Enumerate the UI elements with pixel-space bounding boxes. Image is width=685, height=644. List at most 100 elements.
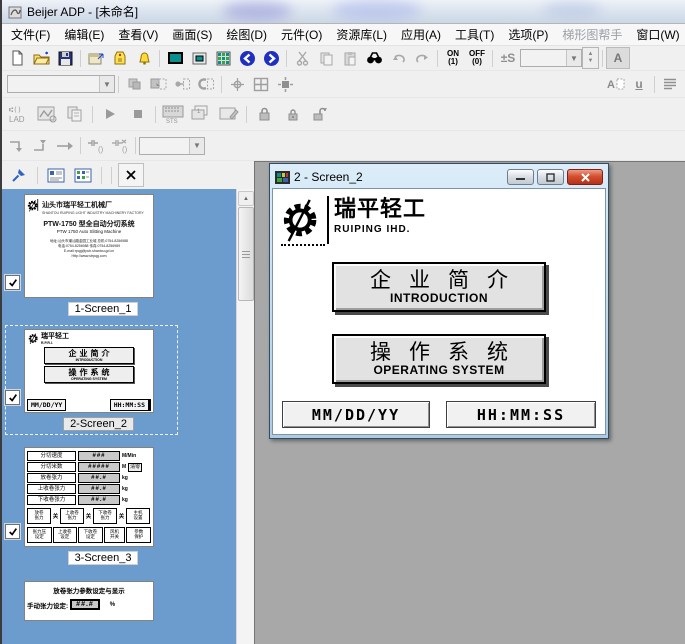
open-folder-icon[interactable] [29,47,53,69]
coil-icon: () [108,135,132,157]
new-doc-icon[interactable] [5,47,29,69]
save-icon[interactable] [53,47,77,69]
screen-3-thumbnail[interactable]: 分切速度###M/Min 分切米数#####M清零 放卷张力##.#kg 上收卷… [24,447,154,547]
char-box-icon: A [603,73,627,95]
menu-tools[interactable]: 工具(T) [448,24,501,45]
screen-manager-toolbar [2,161,254,189]
screen2-canvas[interactable]: 瑞平轻工 RUIPING IHD. 企业简介 INTRODUCTION 操作系统… [272,188,606,435]
aero-blur-decoration [542,2,602,18]
undo-icon [386,47,410,69]
time-display[interactable]: HH:MM:SS [446,401,596,428]
menu-application[interactable]: 应用(A) [394,24,448,45]
operating-system-button[interactable]: 操作系统 OPERATING SYSTEM [332,334,546,384]
state-combo[interactable]: ▼ [520,49,582,67]
object-combo[interactable]: ▼ [7,75,115,93]
screen-3-label[interactable]: 3-Screen_3 [68,551,139,565]
web-line: Http://www.strpqg.com [27,254,151,259]
screen-3-checkbox[interactable] [5,524,20,539]
close-window-icon[interactable] [567,169,603,185]
restore-button[interactable] [537,169,564,185]
ladder-lad-icon: ⑆()LAD [5,100,33,128]
separator [80,137,81,154]
pin-icon[interactable] [7,164,31,186]
screen-1-label[interactable]: 1-Screen_1 [68,302,139,316]
menu-screen[interactable]: 画面(S) [165,24,219,45]
screen-properties-icon[interactable] [84,47,108,69]
chevron-down-icon: ▼ [566,50,581,66]
separator [437,50,438,67]
layer-copy-icon [122,73,146,95]
mini-logo-en: R.P.R.I. [41,341,69,345]
screen-item-2[interactable]: 瑞平轻工 R.P.R.I. 企业简介 INTRODUCTION 操作系统 OPE… [5,325,178,435]
text-tool-icon[interactable]: A [606,47,630,69]
thumbnail-view-icon[interactable] [44,164,68,186]
find-icon[interactable] [362,47,386,69]
state-spinner[interactable]: ▲▼ [582,47,599,69]
app-title: Beijer ADP - [未命名] [27,3,138,20]
branch-up-icon [29,135,53,157]
next-screen-icon[interactable] [259,47,283,69]
snap-state-button[interactable]: ±S [496,47,520,69]
scroll-up-icon[interactable]: ▲ [238,191,254,206]
screen-1-checkbox[interactable] [5,275,20,290]
screen-item-4[interactable]: 放卷张力参数设定与显示 手动张力设定: ##.# % [5,581,182,621]
separator [135,137,136,154]
separator [111,167,112,184]
introduction-button[interactable]: 企业简介 INTRODUCTION [332,262,546,312]
justify-icon [658,73,682,95]
window-controls [507,169,603,185]
screen-1-thumbnail[interactable]: 汕头市瑞平轻工机械厂 SHANTOU RUIPING LIGHT INDUSTR… [24,194,154,298]
menu-library[interactable]: 资源库(L) [329,24,394,45]
small-screen-icon[interactable] [187,47,211,69]
company-name-en: SHANTOU RUIPING LIGHT INDUSTRY MACHINERY… [42,211,144,216]
screen-4-title: 放卷张力参数设定与显示 [27,585,151,595]
menu-object[interactable]: 元件(O) [274,24,329,45]
menu-view[interactable]: 查看(V) [111,24,165,45]
set-on-button[interactable]: ON(1) [441,47,465,69]
alarm-bell-icon[interactable] [132,47,156,69]
screen2-window-titlebar[interactable]: 2 - Screen_2 [272,166,606,188]
panel-scrollbar[interactable]: ▲ [236,189,254,644]
stop-icon [124,100,152,128]
cut-icon [290,47,314,69]
separator [37,167,38,184]
screen2-window-title: 2 - Screen_2 [294,170,363,184]
screen-4-thumbnail[interactable]: 放卷张力参数设定与显示 手动张力设定: ##.# % [24,581,154,621]
screen-2-label[interactable]: 2-Screen_2 [63,417,134,431]
device-combo[interactable]: ▼ [139,137,205,155]
gear-logo-icon [28,332,40,345]
screen-item-1[interactable]: 汕头市瑞平轻工机械厂 SHANTOU RUIPING LIGHT INDUSTR… [5,194,182,316]
screen-2-thumbnail[interactable]: 瑞平轻工 R.P.R.I. 企业简介 INTRODUCTION 操作系统 OPE… [24,329,154,413]
set-off-button[interactable]: OFF(0) [465,47,489,69]
ladder-monitor-icon [33,100,61,128]
menu-draw[interactable]: 绘图(D) [219,24,274,45]
menu-edit[interactable]: 编辑(E) [57,24,111,45]
datetime-row: MM/DD/YY HH:MM:SS [273,401,605,428]
screen-2-checkbox[interactable] [5,390,20,405]
toolbar-edit: ▼ A u [2,71,685,98]
menu-window[interactable]: 窗口(W) [629,24,685,45]
mini-os-button: 操作系统 OPERATING SYSTEM [44,366,134,383]
scrollbar-thumb[interactable] [238,207,254,301]
screen-item-3[interactable]: 分切速度###M/Min 分切米数#####M清零 放卷张力##.#kg 上收卷… [5,447,182,565]
mini-logo-cn: 瑞平轻工 [41,333,69,341]
minimize-button[interactable] [507,169,534,185]
tag-icon[interactable] [108,47,132,69]
date-display[interactable]: MM/DD/YY [282,401,430,428]
svg-text:(): () [98,145,104,154]
toolbar-standard: ON(1) OFF(0) ±S ▼ ▲▼ A [2,46,685,71]
close-icon[interactable] [118,163,144,187]
menu-file[interactable]: 文件(F) [4,24,57,45]
unlock-icon [306,100,334,128]
crosshair-icon [225,73,249,95]
screen2-window[interactable]: 2 - Screen_2 [269,163,609,439]
detail-view-icon[interactable] [71,164,95,186]
lock-icon [250,100,278,128]
prev-screen-icon[interactable] [235,47,259,69]
screens-stack-icon: 1 [187,100,215,128]
menu-options[interactable]: 选项(P) [501,24,555,45]
screen-window-icon [275,171,290,184]
screen-icon[interactable] [163,47,187,69]
menubar: 文件(F) 编辑(E) 查看(V) 画面(S) 绘图(D) 元件(O) 资源库(… [2,24,685,46]
tiled-screens-icon[interactable] [211,47,235,69]
